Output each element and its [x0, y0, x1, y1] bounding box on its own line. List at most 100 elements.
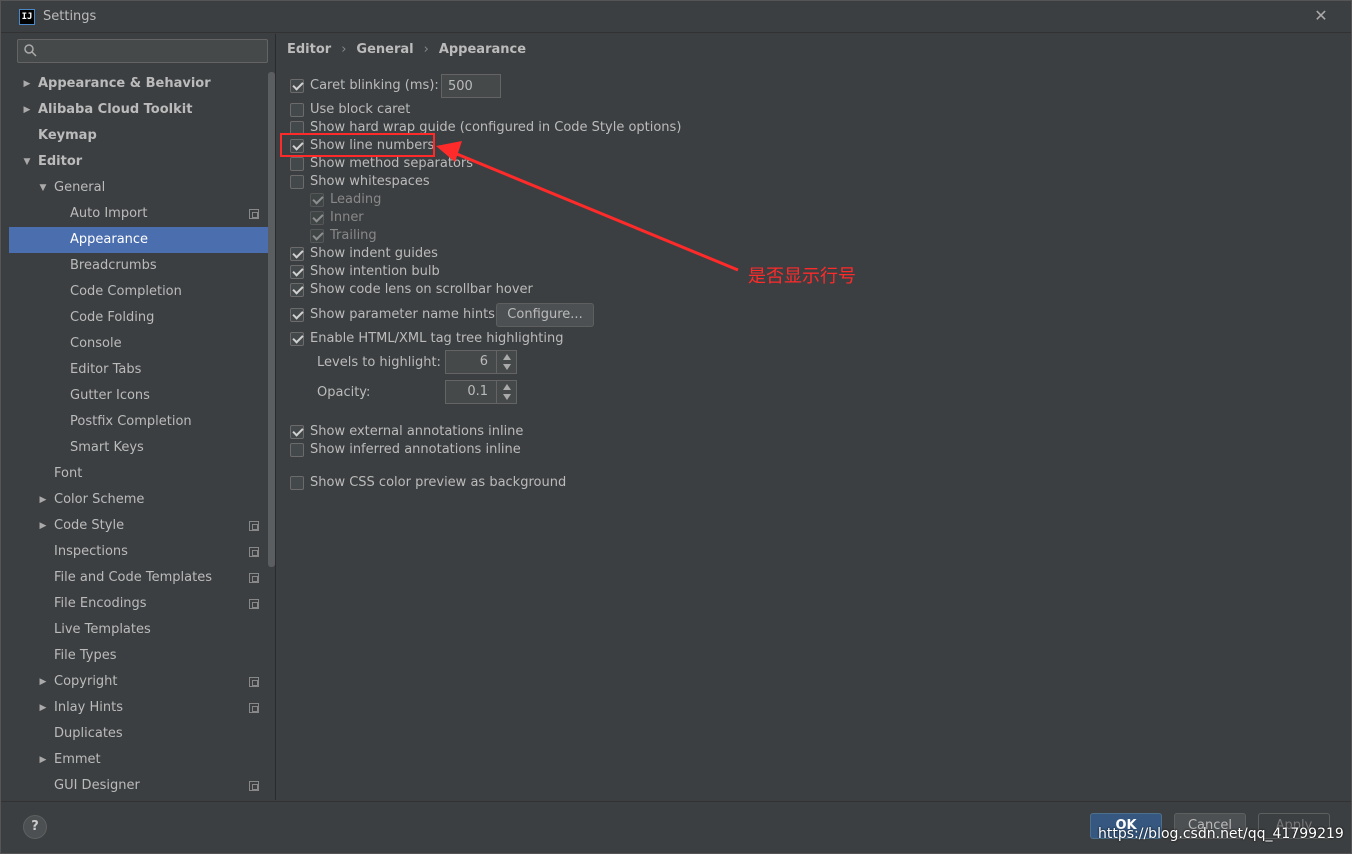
sidebar-item-keymap[interactable]: Keymap	[9, 123, 269, 149]
leading-label: Leading	[330, 192, 382, 207]
sidebar-item-label: Duplicates	[54, 726, 123, 741]
sidebar-item-emmet[interactable]: ▶ Emmet	[9, 747, 269, 773]
sidebar-item-editor[interactable]: ▼ Editor	[9, 149, 269, 175]
breadcrumb-general: General	[356, 42, 414, 57]
help-button[interactable]: ?	[23, 815, 47, 839]
show-method-separators-row[interactable]: Show method separators	[290, 155, 590, 173]
sidebar-item-breadcrumbs[interactable]: Breadcrumbs	[9, 253, 269, 279]
caret-blinking-input[interactable]	[441, 74, 501, 98]
sidebar-item-copyright[interactable]: ▶ Copyright	[9, 669, 269, 695]
show-method-separators-checkbox[interactable]	[290, 157, 304, 171]
configure-button[interactable]: Configure...	[496, 303, 594, 327]
sidebar-item-code-style[interactable]: ▶ Code Style	[9, 513, 269, 539]
expanded-arrow-icon[interactable]: ▼	[37, 175, 49, 201]
collapsed-arrow-icon[interactable]: ▶	[37, 747, 49, 773]
spinner-up-icon[interactable]	[503, 354, 511, 360]
sidebar-item-console[interactable]: Console	[9, 331, 269, 357]
sidebar-item-duplicates[interactable]: Duplicates	[9, 721, 269, 747]
breadcrumb-editor: Editor	[287, 42, 332, 57]
enable-html-xml-row[interactable]: Enable HTML/XML tag tree highlighting	[290, 330, 640, 348]
expanded-arrow-icon[interactable]: ▼	[21, 149, 33, 175]
sidebar-item-file-and-code-templates[interactable]: File and Code Templates	[9, 565, 269, 591]
spinner-arrows[interactable]	[496, 381, 516, 403]
collapsed-arrow-icon[interactable]: ▶	[37, 695, 49, 721]
sidebar-item-gui-designer[interactable]: GUI Designer	[9, 773, 269, 799]
show-css-color-row[interactable]: Show CSS color preview as background	[290, 474, 640, 492]
settings-sidebar: ▶ Appearance & Behavior ▶ Alibaba Cloud Too…	[9, 34, 276, 800]
show-whitespaces-checkbox[interactable]	[290, 175, 304, 189]
search-field[interactable]	[17, 39, 268, 63]
settings-dialog: IJ Settings ✕ ▶ Appearance & Behavior ▶ Ali…	[0, 0, 1352, 854]
spinner-up-icon[interactable]	[503, 384, 511, 390]
sidebar-item-font[interactable]: Font	[9, 461, 269, 487]
show-external-annotations-row[interactable]: Show external annotations inline	[290, 423, 640, 441]
enable-html-xml-checkbox[interactable]	[290, 332, 304, 346]
sidebar-item-label: Appearance	[70, 232, 149, 247]
sidebar-item-gutter-icons[interactable]: Gutter Icons	[9, 383, 269, 409]
sidebar-item-color-scheme[interactable]: ▶ Color Scheme	[9, 487, 269, 513]
leading-row: Leading	[310, 191, 510, 209]
sidebar-item-auto-import[interactable]: Auto Import	[9, 201, 269, 227]
inner-checkbox	[310, 211, 324, 225]
sidebar-item-file-encodings[interactable]: File Encodings	[9, 591, 269, 617]
show-intention-bulb-checkbox[interactable]	[290, 265, 304, 279]
collapsed-arrow-icon[interactable]: ▶	[37, 669, 49, 695]
collapsed-arrow-icon[interactable]: ▶	[21, 97, 33, 123]
trailing-label: Trailing	[330, 228, 377, 243]
show-indent-guides-row[interactable]: Show indent guides	[290, 245, 590, 263]
project-scope-icon	[249, 209, 259, 219]
show-indent-guides-checkbox[interactable]	[290, 247, 304, 261]
show-external-annotations-checkbox[interactable]	[290, 425, 304, 439]
opacity-label: Opacity:	[317, 385, 371, 400]
annotation-highlight-box	[280, 133, 435, 157]
show-whitespaces-row[interactable]: Show whitespaces	[290, 173, 590, 191]
sidebar-item-code-folding[interactable]: Code Folding	[9, 305, 269, 331]
scrollbar-thumb[interactable]	[268, 72, 275, 567]
search-icon	[24, 44, 37, 57]
caret-blinking-checkbox[interactable]	[290, 79, 304, 93]
show-code-lens-row[interactable]: Show code lens on scrollbar hover	[290, 281, 590, 299]
sidebar-item-label: Code Style	[54, 518, 125, 533]
sidebar-item-live-templates[interactable]: Live Templates	[9, 617, 269, 643]
use-block-caret-row[interactable]: Use block caret	[290, 101, 590, 119]
use-block-caret-checkbox[interactable]	[290, 103, 304, 117]
breadcrumb-separator: ›	[423, 42, 429, 57]
sidebar-item-alibaba-cloud-toolkit[interactable]: ▶ Alibaba Cloud Toolkit	[9, 97, 269, 123]
sidebar-scrollbar[interactable]	[268, 72, 275, 800]
sidebar-item-postfix-completion[interactable]: Postfix Completion	[9, 409, 269, 435]
sidebar-item-smart-keys[interactable]: Smart Keys	[9, 435, 269, 461]
trailing-row: Trailing	[310, 227, 510, 245]
opacity-spinner[interactable]: 0.1	[445, 380, 517, 404]
sidebar-item-general[interactable]: ▼ General	[9, 175, 269, 201]
levels-to-highlight-spinner[interactable]: 6	[445, 350, 517, 374]
collapsed-arrow-icon[interactable]: ▶	[37, 513, 49, 539]
spinner-down-icon[interactable]	[503, 364, 511, 370]
breadcrumb-separator: ›	[341, 42, 347, 57]
collapsed-arrow-icon[interactable]: ▶	[21, 71, 33, 97]
show-inferred-annotations-checkbox[interactable]	[290, 443, 304, 457]
sidebar-item-inlay-hints[interactable]: ▶ Inlay Hints	[9, 695, 269, 721]
spinner-down-icon[interactable]	[503, 394, 511, 400]
show-intention-bulb-row[interactable]: Show intention bulb	[290, 263, 590, 281]
search-input[interactable]	[42, 42, 264, 60]
close-icon[interactable]: ✕	[1312, 7, 1330, 25]
show-inferred-annotations-row[interactable]: Show inferred annotations inline	[290, 441, 640, 459]
sidebar-item-inspections[interactable]: Inspections	[9, 539, 269, 565]
show-param-hints-checkbox[interactable]	[290, 308, 304, 322]
show-code-lens-checkbox[interactable]	[290, 283, 304, 297]
sidebar-item-label: File Encodings	[54, 596, 147, 611]
collapsed-arrow-icon[interactable]: ▶	[37, 487, 49, 513]
show-css-color-checkbox[interactable]	[290, 476, 304, 490]
project-scope-icon	[249, 547, 259, 557]
sidebar-item-code-completion[interactable]: Code Completion	[9, 279, 269, 305]
use-block-caret-label: Use block caret	[310, 102, 411, 117]
sidebar-item-label: Live Templates	[54, 622, 151, 637]
show-param-hints-row[interactable]: Show parameter name hints	[290, 306, 500, 324]
sidebar-item-file-types[interactable]: File Types	[9, 643, 269, 669]
sidebar-item-appearance[interactable]: Appearance	[9, 227, 269, 253]
sidebar-item-editor-tabs[interactable]: Editor Tabs	[9, 357, 269, 383]
sidebar-item-appearance-behavior[interactable]: ▶ Appearance & Behavior	[9, 71, 269, 97]
spinner-arrows[interactable]	[496, 351, 516, 373]
sidebar-item-label: Gutter Icons	[70, 388, 150, 403]
sidebar-item-label: Auto Import	[70, 206, 148, 221]
